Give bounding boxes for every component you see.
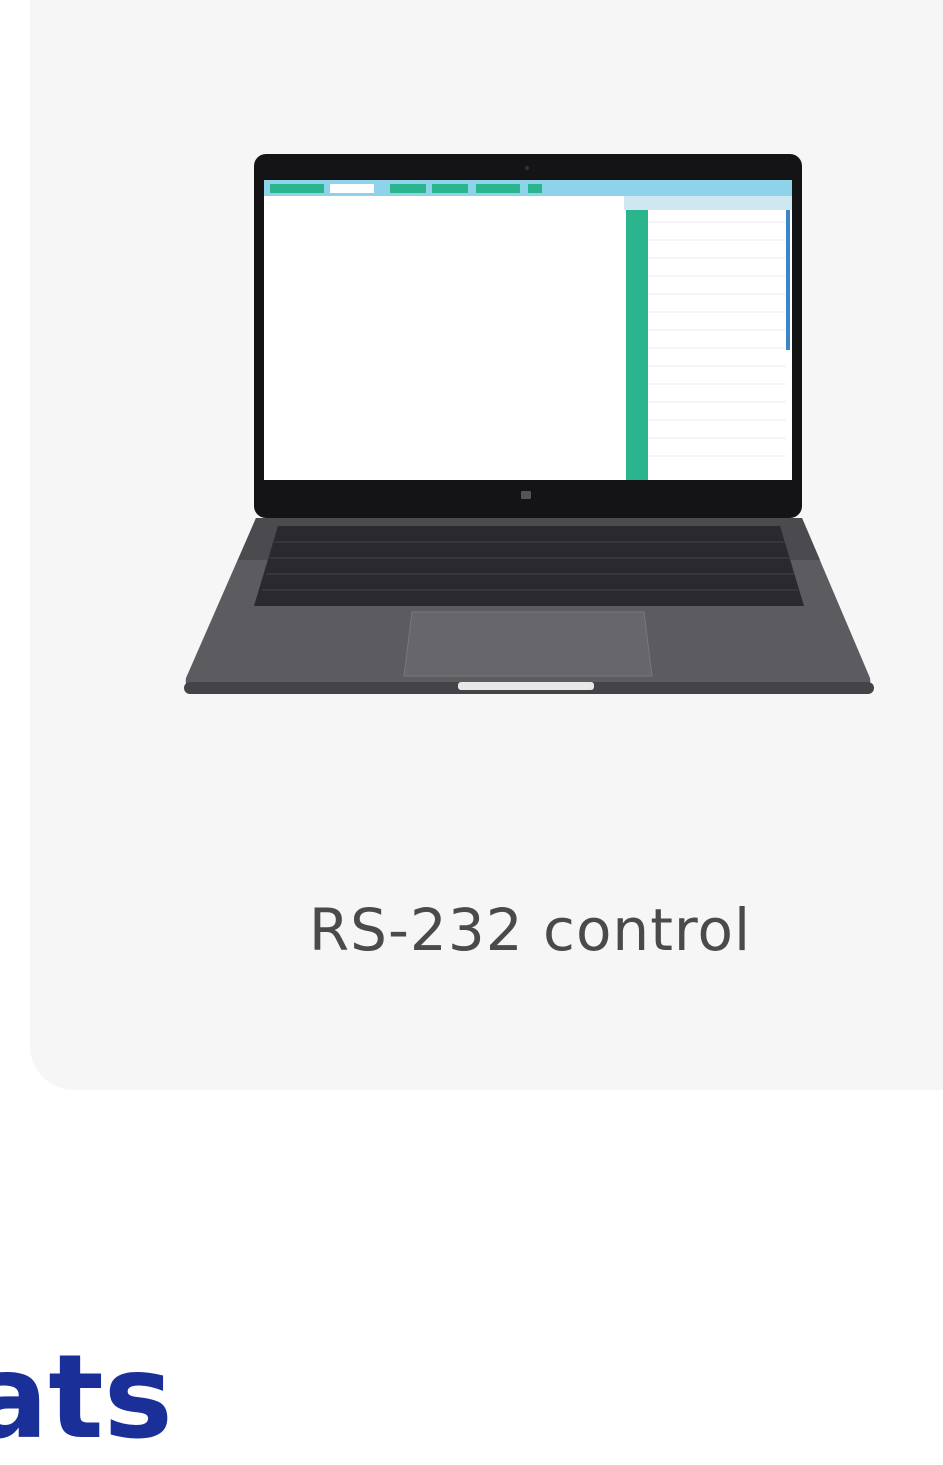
section-heading-fragment: ats	[0, 1330, 173, 1465]
card-caption: RS-232 control	[308, 896, 752, 964]
laptop-image	[184, 154, 874, 694]
product-card[interactable]: RS-232 control	[30, 0, 943, 1090]
